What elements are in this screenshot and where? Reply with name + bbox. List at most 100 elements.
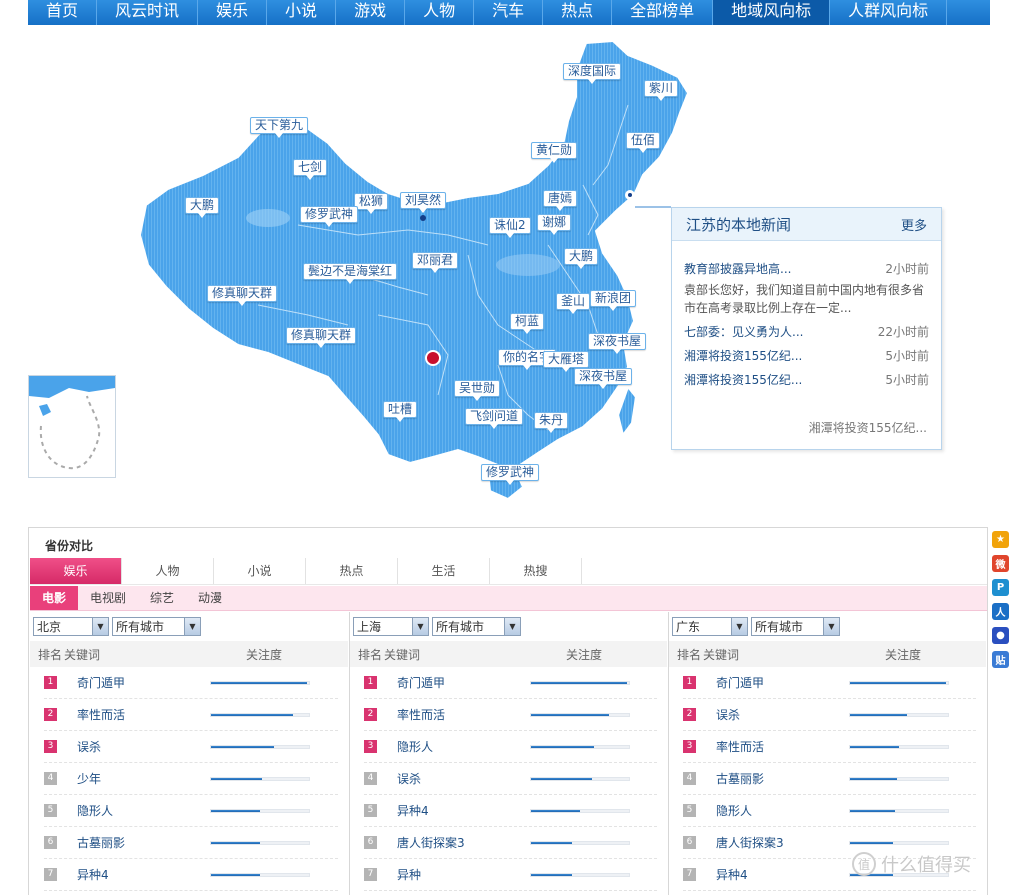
nav-item-home[interactable]: 首页 xyxy=(28,0,98,25)
keyword-link[interactable]: 唐人街探案3 xyxy=(377,834,527,851)
tieba-icon[interactable]: 贴 xyxy=(992,651,1009,668)
keyword-link[interactable]: 误杀 xyxy=(377,770,527,787)
news-item[interactable]: 湘潭将投资155亿纪... 5小时前 xyxy=(672,344,941,368)
subtab-variety[interactable]: 综艺 xyxy=(138,586,186,610)
keyword-link[interactable]: 率性而活 xyxy=(377,706,527,723)
map-label[interactable]: 松狮 xyxy=(354,193,389,214)
qzone-icon[interactable]: ★ xyxy=(992,531,1009,548)
chevron-down-icon[interactable]: ▼ xyxy=(504,618,520,635)
nav-item-entertainment[interactable]: 娱乐 xyxy=(198,0,268,25)
map-label[interactable]: 唐嫣 xyxy=(543,190,578,211)
map-label[interactable]: 大鹏 xyxy=(185,197,220,218)
nav-item-crowd[interactable]: 人群风向标 xyxy=(830,0,948,25)
taiwan-island[interactable] xyxy=(616,384,638,438)
province-select[interactable]: 上海 ▼ xyxy=(353,617,429,636)
keyword-link[interactable]: 异种 xyxy=(377,866,527,883)
map-label[interactable]: 大雁塔 xyxy=(543,351,590,372)
map-label[interactable]: 吴世勋 xyxy=(454,380,501,401)
nav-item-region[interactable]: 地域风向标 xyxy=(713,0,831,25)
news-item[interactable]: 湘潭将投资155亿纪... 5小时前 xyxy=(672,368,941,392)
map-label[interactable]: 谢娜 xyxy=(537,214,572,235)
map-label[interactable]: 深夜书屋 xyxy=(588,333,647,354)
keyword-link[interactable]: 隐形人 xyxy=(696,802,846,819)
nav-item-novel[interactable]: 小说 xyxy=(267,0,337,25)
chevron-down-icon[interactable]: ▼ xyxy=(823,618,839,635)
keyword-link[interactable]: 奇门遁甲 xyxy=(696,674,846,691)
nav-item-people[interactable]: 人物 xyxy=(405,0,475,25)
map-label[interactable]: 天下第九 xyxy=(250,117,309,138)
map-label[interactable]: 修罗武神 xyxy=(481,464,540,485)
map-label[interactable]: 釜山 xyxy=(556,293,591,314)
keyword-link[interactable]: 隐形人 xyxy=(377,738,527,755)
map-label[interactable]: 朱丹 xyxy=(534,412,569,433)
keyword-link[interactable]: 古墓丽影 xyxy=(57,834,207,851)
chevron-down-icon[interactable]: ▼ xyxy=(412,618,428,635)
news-title[interactable]: 湘潭将投资155亿纪... xyxy=(684,368,802,392)
keyword-link[interactable]: 少年 xyxy=(57,770,207,787)
tab-hot[interactable]: 热点 xyxy=(306,558,398,584)
map-label[interactable]: 深夜书屋 xyxy=(574,368,633,389)
keyword-link[interactable]: 异种4 xyxy=(696,866,846,883)
city-select[interactable]: 所有城市 ▼ xyxy=(432,617,521,636)
subtab-movie[interactable]: 电影 xyxy=(30,586,79,610)
chevron-down-icon[interactable]: ▼ xyxy=(184,618,200,635)
chevron-down-icon[interactable]: ▼ xyxy=(92,618,108,635)
news-item[interactable]: 教育部披露异地高... 2小时前 xyxy=(672,257,941,281)
news-title[interactable]: 教育部披露异地高... xyxy=(684,257,791,281)
map-label[interactable]: 柯蓝 xyxy=(510,313,545,334)
tab-novel[interactable]: 小说 xyxy=(214,558,306,584)
tab-people[interactable]: 人物 xyxy=(122,558,214,584)
keyword-link[interactable]: 异种4 xyxy=(57,866,207,883)
news-title[interactable]: 湘潭将投资155亿纪... xyxy=(684,344,802,368)
city-select[interactable]: 所有城市 ▼ xyxy=(112,617,201,636)
news-footer-link[interactable]: 湘潭将投资155亿纪... xyxy=(809,419,927,436)
tab-entertainment[interactable]: 娱乐 xyxy=(30,558,122,584)
keyword-link[interactable]: 隐形人 xyxy=(57,802,207,819)
nav-item-car[interactable]: 汽车 xyxy=(474,0,544,25)
map-label[interactable]: 刘昊然 xyxy=(400,192,447,213)
keyword-link[interactable]: 奇门遁甲 xyxy=(57,674,207,691)
tab-life[interactable]: 生活 xyxy=(398,558,490,584)
more-link[interactable]: 更多 xyxy=(901,215,927,234)
keyword-link[interactable]: 唐人街探案3 xyxy=(696,834,846,851)
map-label[interactable]: 鬓边不是海棠红 xyxy=(303,263,398,284)
tencent-weibo-icon[interactable]: P xyxy=(992,579,1009,596)
map-label[interactable]: 修真聊天群 xyxy=(207,285,278,306)
map-label[interactable]: 诛仙2 xyxy=(489,217,531,238)
city-dot[interactable] xyxy=(420,215,426,221)
nav-item-game[interactable]: 游戏 xyxy=(336,0,406,25)
subtab-anime[interactable]: 动漫 xyxy=(186,586,234,610)
baidu-icon[interactable]: ● xyxy=(992,627,1009,644)
map-label[interactable]: 修罗武神 xyxy=(300,206,359,227)
map-label[interactable]: 飞剑问道 xyxy=(465,408,524,429)
keyword-link[interactable]: 奇门遁甲 xyxy=(377,674,527,691)
map-label[interactable]: 修真聊天群 xyxy=(286,327,357,348)
chevron-down-icon[interactable]: ▼ xyxy=(731,618,747,635)
nav-item-all-lists[interactable]: 全部榜单 xyxy=(612,0,714,25)
news-item[interactable]: 七部委：见义勇为人... 22小时前 xyxy=(672,320,941,344)
news-title[interactable]: 七部委：见义勇为人... xyxy=(684,320,803,344)
map-label[interactable]: 吐槽 xyxy=(383,401,418,422)
map-label[interactable]: 紫川 xyxy=(644,80,679,101)
map-label[interactable]: 邓丽君 xyxy=(412,252,459,273)
tab-hot-search[interactable]: 热搜 xyxy=(490,558,582,584)
map-label[interactable]: 深度国际 xyxy=(563,63,622,84)
city-select[interactable]: 所有城市 ▼ xyxy=(751,617,840,636)
keyword-link[interactable]: 古墓丽影 xyxy=(696,770,846,787)
weibo-icon[interactable]: 微 xyxy=(992,555,1009,572)
keyword-link[interactable]: 率性而活 xyxy=(57,706,207,723)
keyword-link[interactable]: 异种4 xyxy=(377,802,527,819)
province-select[interactable]: 北京 ▼ xyxy=(33,617,109,636)
location-marker[interactable] xyxy=(425,350,441,366)
subtab-tv[interactable]: 电视剧 xyxy=(78,586,138,610)
map-label[interactable]: 新浪团 xyxy=(590,290,637,311)
renren-icon[interactable]: 人 xyxy=(992,603,1009,620)
nav-item-news[interactable]: 风云时讯 xyxy=(97,0,199,25)
nav-item-hot[interactable]: 热点 xyxy=(543,0,613,25)
map-label[interactable]: 伍佰 xyxy=(626,132,661,153)
keyword-link[interactable]: 误杀 xyxy=(696,706,846,723)
map-label[interactable]: 七剑 xyxy=(293,159,328,180)
map-label[interactable]: 大鹏 xyxy=(564,248,599,269)
keyword-link[interactable]: 率性而活 xyxy=(696,738,846,755)
map-label[interactable]: 黄仁勋 xyxy=(531,142,578,163)
